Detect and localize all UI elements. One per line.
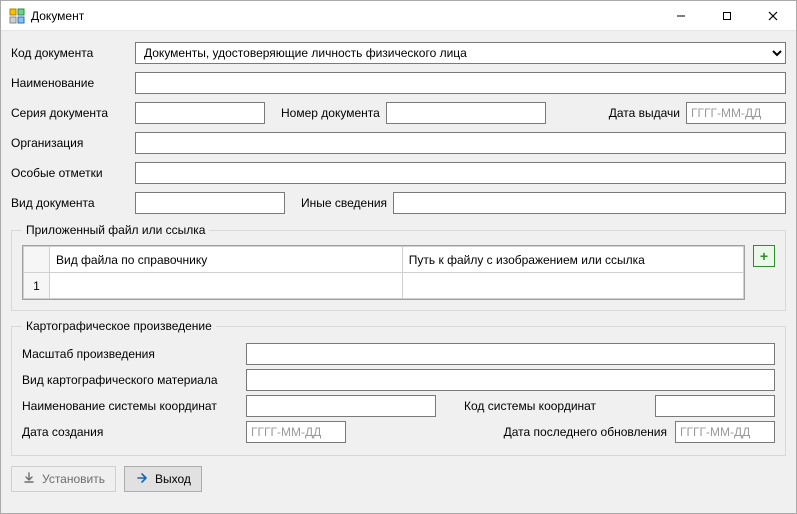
file-group-legend: Приложенный файл или ссылка [22, 223, 209, 237]
doc-series-label: Серия документа [11, 106, 129, 120]
button-bar: Установить Выход [11, 462, 786, 492]
scale-label: Масштаб произведения [22, 347, 238, 361]
created-input[interactable] [246, 421, 346, 443]
grid-row-num: 1 [24, 273, 50, 299]
material-label: Вид картографического материала [22, 373, 238, 387]
file-grid[interactable]: Вид файла по справочнику Путь к файлу с … [22, 245, 745, 300]
grid-col-type: Вид файла по справочнику [50, 247, 403, 273]
doc-code-select[interactable]: Документы, удостоверяющие личность физич… [135, 42, 786, 64]
material-input[interactable] [246, 369, 775, 391]
organization-input[interactable] [135, 132, 786, 154]
carto-group: Картографическое произведение Масштаб пр… [11, 319, 786, 456]
document-window: Документ Код документа Документы, удосто… [0, 0, 797, 514]
special-marks-label: Особые отметки [11, 166, 129, 180]
grid-corner [24, 247, 50, 273]
close-button[interactable] [750, 1, 796, 30]
download-icon [22, 471, 36, 488]
coord-code-label: Код системы координат [464, 399, 596, 413]
doc-type-input[interactable] [135, 192, 285, 214]
add-file-button[interactable]: + [753, 245, 775, 267]
app-icon [9, 8, 25, 24]
name-label: Наименование [11, 76, 129, 90]
coord-name-label: Наименование системы координат [22, 399, 238, 413]
file-group: Приложенный файл или ссылка Вид файла по… [11, 223, 786, 311]
doc-type-label: Вид документа [11, 196, 129, 210]
issue-date-input[interactable] [686, 102, 786, 124]
issue-date-label: Дата выдачи [609, 106, 680, 120]
created-label: Дата создания [22, 425, 238, 439]
window-title: Документ [31, 9, 658, 23]
organization-label: Организация [11, 136, 129, 150]
grid-col-path: Путь к файлу с изображением или ссылка [402, 247, 743, 273]
grid-cell-path[interactable] [402, 273, 743, 299]
minimize-button[interactable] [658, 1, 704, 30]
updated-input[interactable] [675, 421, 775, 443]
exit-button-label: Выход [155, 472, 191, 486]
exit-button[interactable]: Выход [124, 466, 202, 492]
window-buttons [658, 1, 796, 30]
maximize-button[interactable] [704, 1, 750, 30]
coord-name-input[interactable] [246, 395, 436, 417]
scale-input[interactable] [246, 343, 775, 365]
install-button-label: Установить [42, 472, 105, 486]
arrow-right-icon [135, 471, 149, 488]
doc-code-label: Код документа [11, 46, 129, 60]
other-info-input[interactable] [393, 192, 786, 214]
special-marks-input[interactable] [135, 162, 786, 184]
grid-cell-type[interactable] [50, 273, 403, 299]
doc-number-input[interactable] [386, 102, 546, 124]
install-button[interactable]: Установить [11, 466, 116, 492]
doc-number-label: Номер документа [281, 106, 380, 120]
updated-label: Дата последнего обновления [504, 425, 667, 439]
doc-series-input[interactable] [135, 102, 265, 124]
plus-icon: + [760, 249, 768, 263]
other-info-label: Иные сведения [301, 196, 387, 210]
titlebar: Документ [1, 1, 796, 31]
name-input[interactable] [135, 72, 786, 94]
table-row[interactable]: 1 [24, 273, 744, 299]
coord-code-input[interactable] [655, 395, 775, 417]
carto-group-legend: Картографическое произведение [22, 319, 216, 333]
client-area: Код документа Документы, удостоверяющие … [1, 31, 796, 513]
